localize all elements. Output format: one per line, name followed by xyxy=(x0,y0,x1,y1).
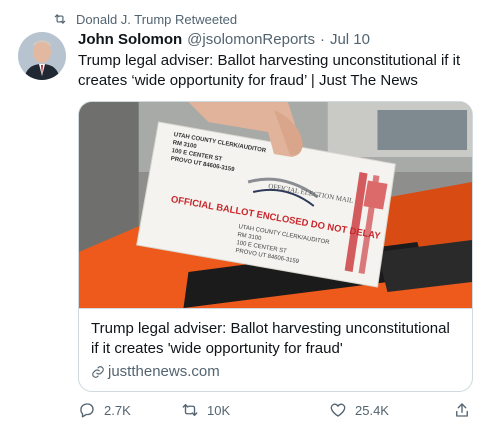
tweet-date[interactable]: Jul 10 xyxy=(330,30,370,50)
tweet: John Solomon @jsolomonReports · Jul 10 T… xyxy=(78,30,478,392)
card-body[interactable]: Trump legal adviser: Ballot harvesting u… xyxy=(79,308,472,391)
link-icon xyxy=(91,365,105,379)
card-image[interactable]: UTAH COUNTY CLERK/AUDITOR RM 3100 100 E … xyxy=(79,102,472,308)
author-name[interactable]: John Solomon xyxy=(78,30,182,50)
tweet-text: Trump legal adviser: Ballot harvesting u… xyxy=(78,52,461,89)
card-domain-text[interactable]: justthenews.com xyxy=(108,362,220,382)
heart-icon xyxy=(330,403,346,417)
tweet-actions: 2.7K 10K 25.4K xyxy=(78,399,473,421)
retweet-icon xyxy=(52,12,68,26)
header-separator: · xyxy=(319,31,325,48)
reply-button[interactable]: 2.7K xyxy=(78,401,131,419)
like-count: 25.4K xyxy=(355,402,389,418)
retweet-button[interactable]: 10K xyxy=(181,401,230,419)
link-card[interactable]: UTAH COUNTY CLERK/AUDITOR RM 3100 100 E … xyxy=(78,101,473,392)
reply-icon xyxy=(80,403,94,418)
share-button[interactable] xyxy=(453,401,479,419)
retweet-count: 10K xyxy=(207,402,231,418)
author-handle[interactable]: @jsolomonReports xyxy=(187,30,315,50)
like-button[interactable]: 25.4K xyxy=(329,401,389,419)
reply-count: 2.7K xyxy=(104,402,131,418)
card-domain[interactable]: justthenews.com xyxy=(91,362,460,382)
retweet-icon xyxy=(182,404,198,416)
retweeted-label[interactable]: Donald J. Trump Retweeted xyxy=(76,12,237,27)
retweeted-banner: Donald J. Trump Retweeted xyxy=(52,10,237,28)
avatar[interactable] xyxy=(18,32,66,80)
card-title[interactable]: Trump legal adviser: Ballot harvesting u… xyxy=(91,319,460,359)
tweet-header: John Solomon @jsolomonReports · Jul 10 xyxy=(78,30,478,50)
share-icon xyxy=(456,403,468,417)
